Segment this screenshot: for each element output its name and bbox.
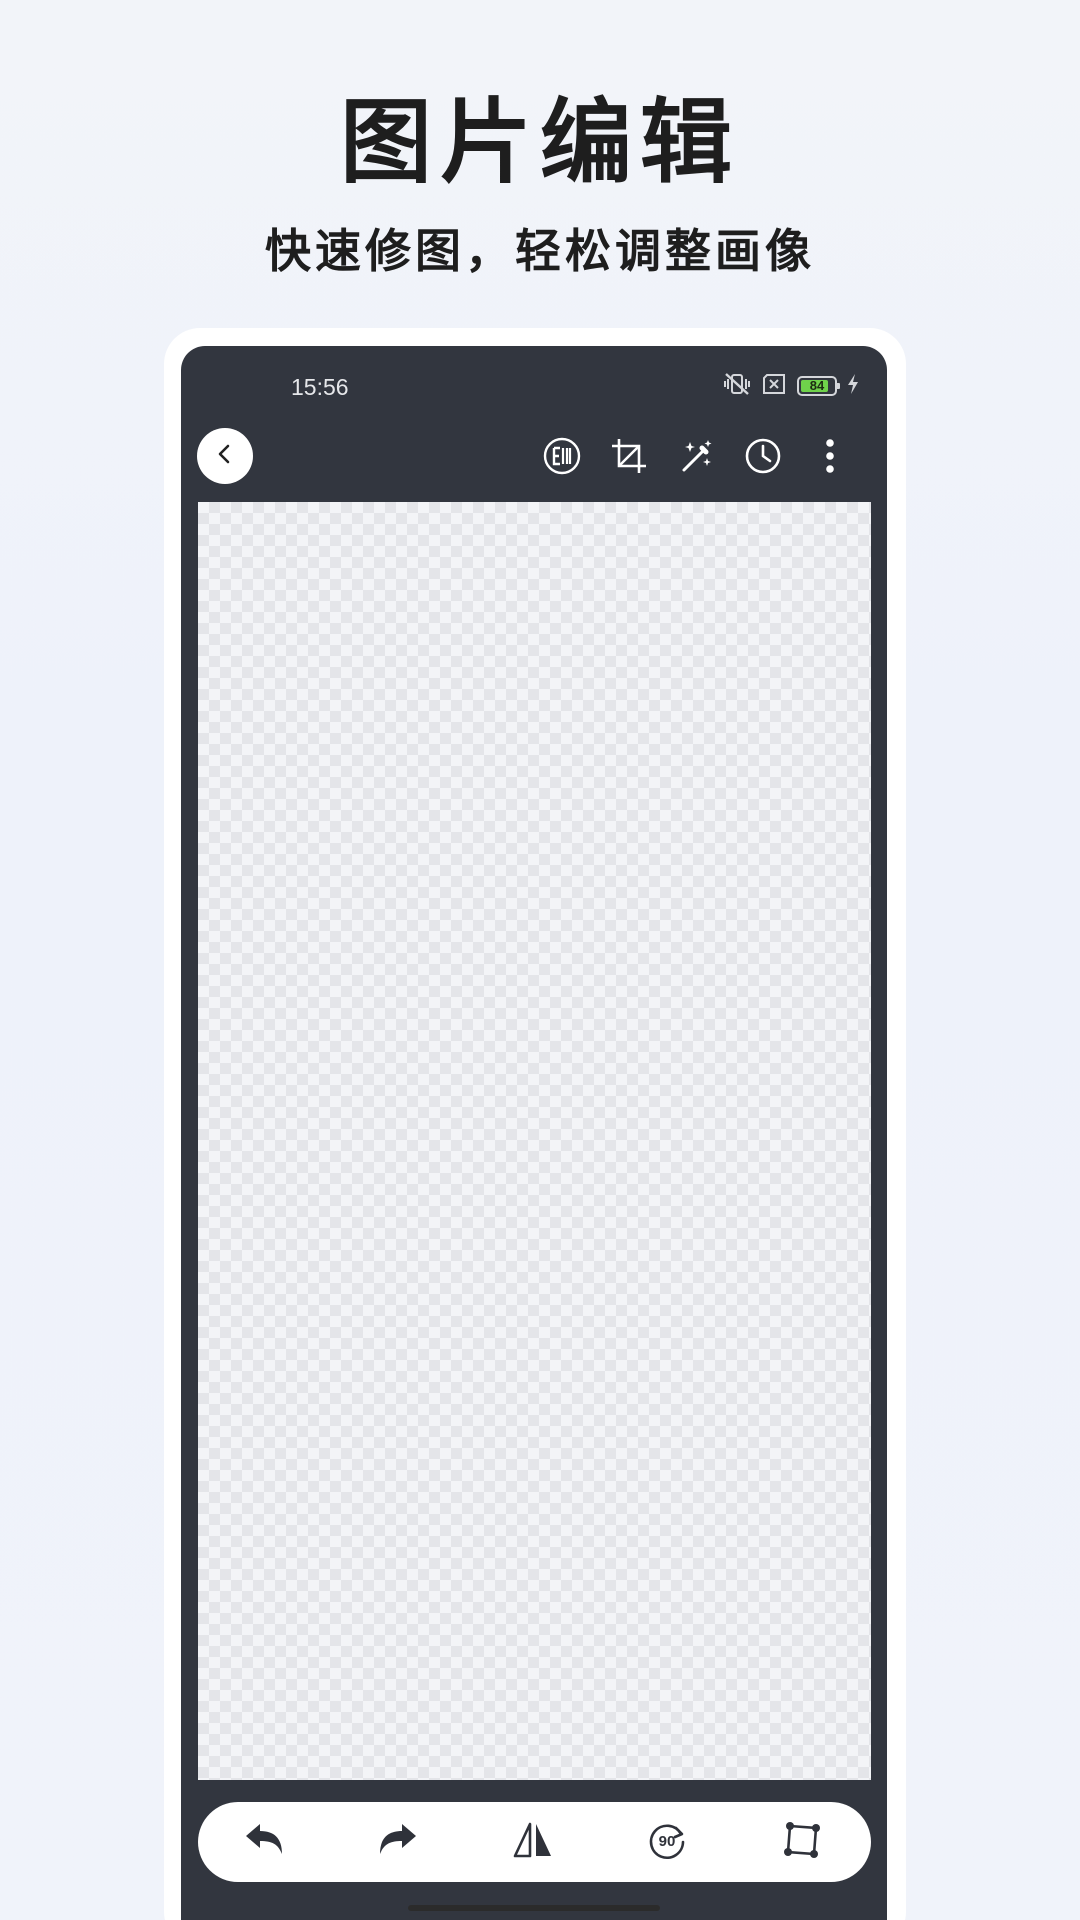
transform-icon [782, 1820, 822, 1864]
undo-button[interactable] [240, 1818, 288, 1866]
battery-cap [837, 383, 840, 389]
image-canvas[interactable] [198, 502, 871, 1780]
promo-subtitle: 快速修图，轻松调整画像 [265, 224, 815, 278]
edit-mode-button[interactable] [540, 436, 584, 480]
status-bar: 15:56 84 [181, 346, 887, 406]
phone-screen: 15:56 84 90 [181, 346, 887, 1920]
magic-wand-button[interactable] [674, 436, 718, 480]
chevron-left-icon [213, 442, 237, 470]
redo-icon [376, 1820, 420, 1864]
rotate-90-icon: 90 [645, 1820, 689, 1864]
transform-button[interactable] [778, 1818, 826, 1866]
more-vertical-icon [824, 436, 836, 480]
editor-toolbar [181, 412, 887, 502]
redo-button[interactable] [374, 1818, 422, 1866]
rotate-90-button[interactable]: 90 [643, 1818, 691, 1866]
flip-icon [511, 1820, 555, 1864]
history-button[interactable] [741, 436, 785, 480]
undo-icon [242, 1820, 286, 1864]
status-time: 15:56 [291, 374, 349, 400]
crop-icon [609, 436, 649, 480]
status-icons: 84 [723, 372, 859, 400]
back-button[interactable] [197, 428, 253, 484]
vibrate-muted-icon [723, 372, 751, 400]
battery-icon: 84 [797, 376, 840, 396]
flip-button[interactable] [509, 1818, 557, 1866]
more-button[interactable] [808, 436, 852, 480]
battery-level: 84 [809, 378, 825, 393]
promo-title: 图片编辑 [339, 88, 740, 196]
sim-error-icon [761, 373, 787, 399]
magic-wand-icon [676, 436, 716, 480]
bottom-toolbar: 90 [198, 1802, 871, 1882]
rotate-90-label: 90 [658, 1833, 676, 1850]
crop-button[interactable] [607, 436, 651, 480]
charging-bolt-icon [847, 374, 859, 398]
home-indicator[interactable] [408, 1905, 660, 1911]
edit-mode-icon [542, 436, 582, 480]
history-clock-icon [743, 436, 783, 480]
